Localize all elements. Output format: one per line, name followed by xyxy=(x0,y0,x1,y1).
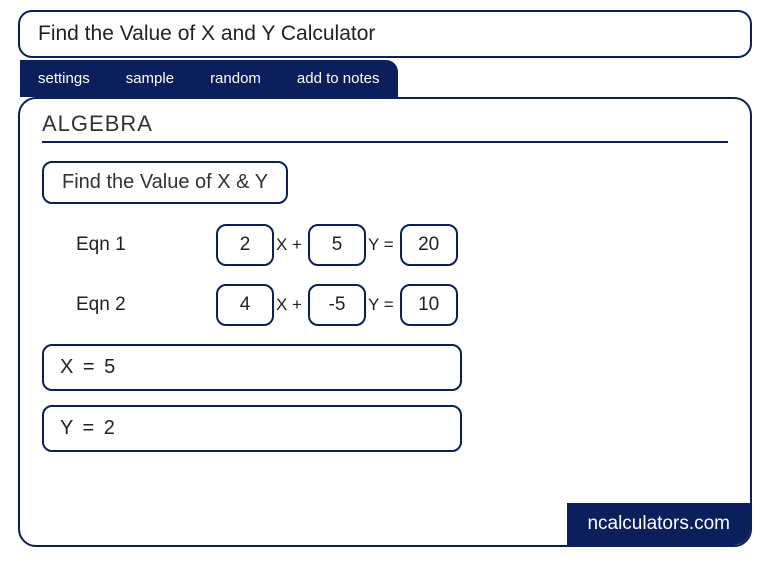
section-heading: ALGEBRA xyxy=(42,111,728,143)
op-y-eq: Y = xyxy=(368,295,394,315)
page-title: Find the Value of X and Y Calculator xyxy=(18,10,752,58)
tab-bar: settings sample random add to notes xyxy=(20,60,752,97)
eqn1-coef-x[interactable] xyxy=(216,224,274,266)
equation-2-row: Eqn 2 X + Y = xyxy=(76,284,728,326)
main-panel: ALGEBRA Find the Value of X & Y Eqn 1 X … xyxy=(18,97,752,547)
eqn1-label: Eqn 1 xyxy=(76,234,216,256)
op-x-plus: X + xyxy=(276,235,302,255)
branding-label: ncalculators.com xyxy=(567,503,750,545)
eqn2-coef-x[interactable] xyxy=(216,284,274,326)
eqn1-coef-y[interactable] xyxy=(308,224,366,266)
eqn2-label: Eqn 2 xyxy=(76,294,216,316)
result-y: Y = 2 xyxy=(42,405,462,452)
eqn2-coef-y[interactable] xyxy=(308,284,366,326)
tab-random[interactable]: random xyxy=(192,60,279,97)
eqn2-constant[interactable] xyxy=(400,284,458,326)
tab-sample[interactable]: sample xyxy=(108,60,192,97)
tab-settings[interactable]: settings xyxy=(20,60,108,97)
op-y-eq: Y = xyxy=(368,235,394,255)
tab-add-to-notes[interactable]: add to notes xyxy=(279,60,398,97)
op-x-plus: X + xyxy=(276,295,302,315)
result-x: X = 5 xyxy=(42,344,462,391)
sub-header: Find the Value of X & Y xyxy=(42,161,288,204)
equation-1-row: Eqn 1 X + Y = xyxy=(76,224,728,266)
eqn1-constant[interactable] xyxy=(400,224,458,266)
